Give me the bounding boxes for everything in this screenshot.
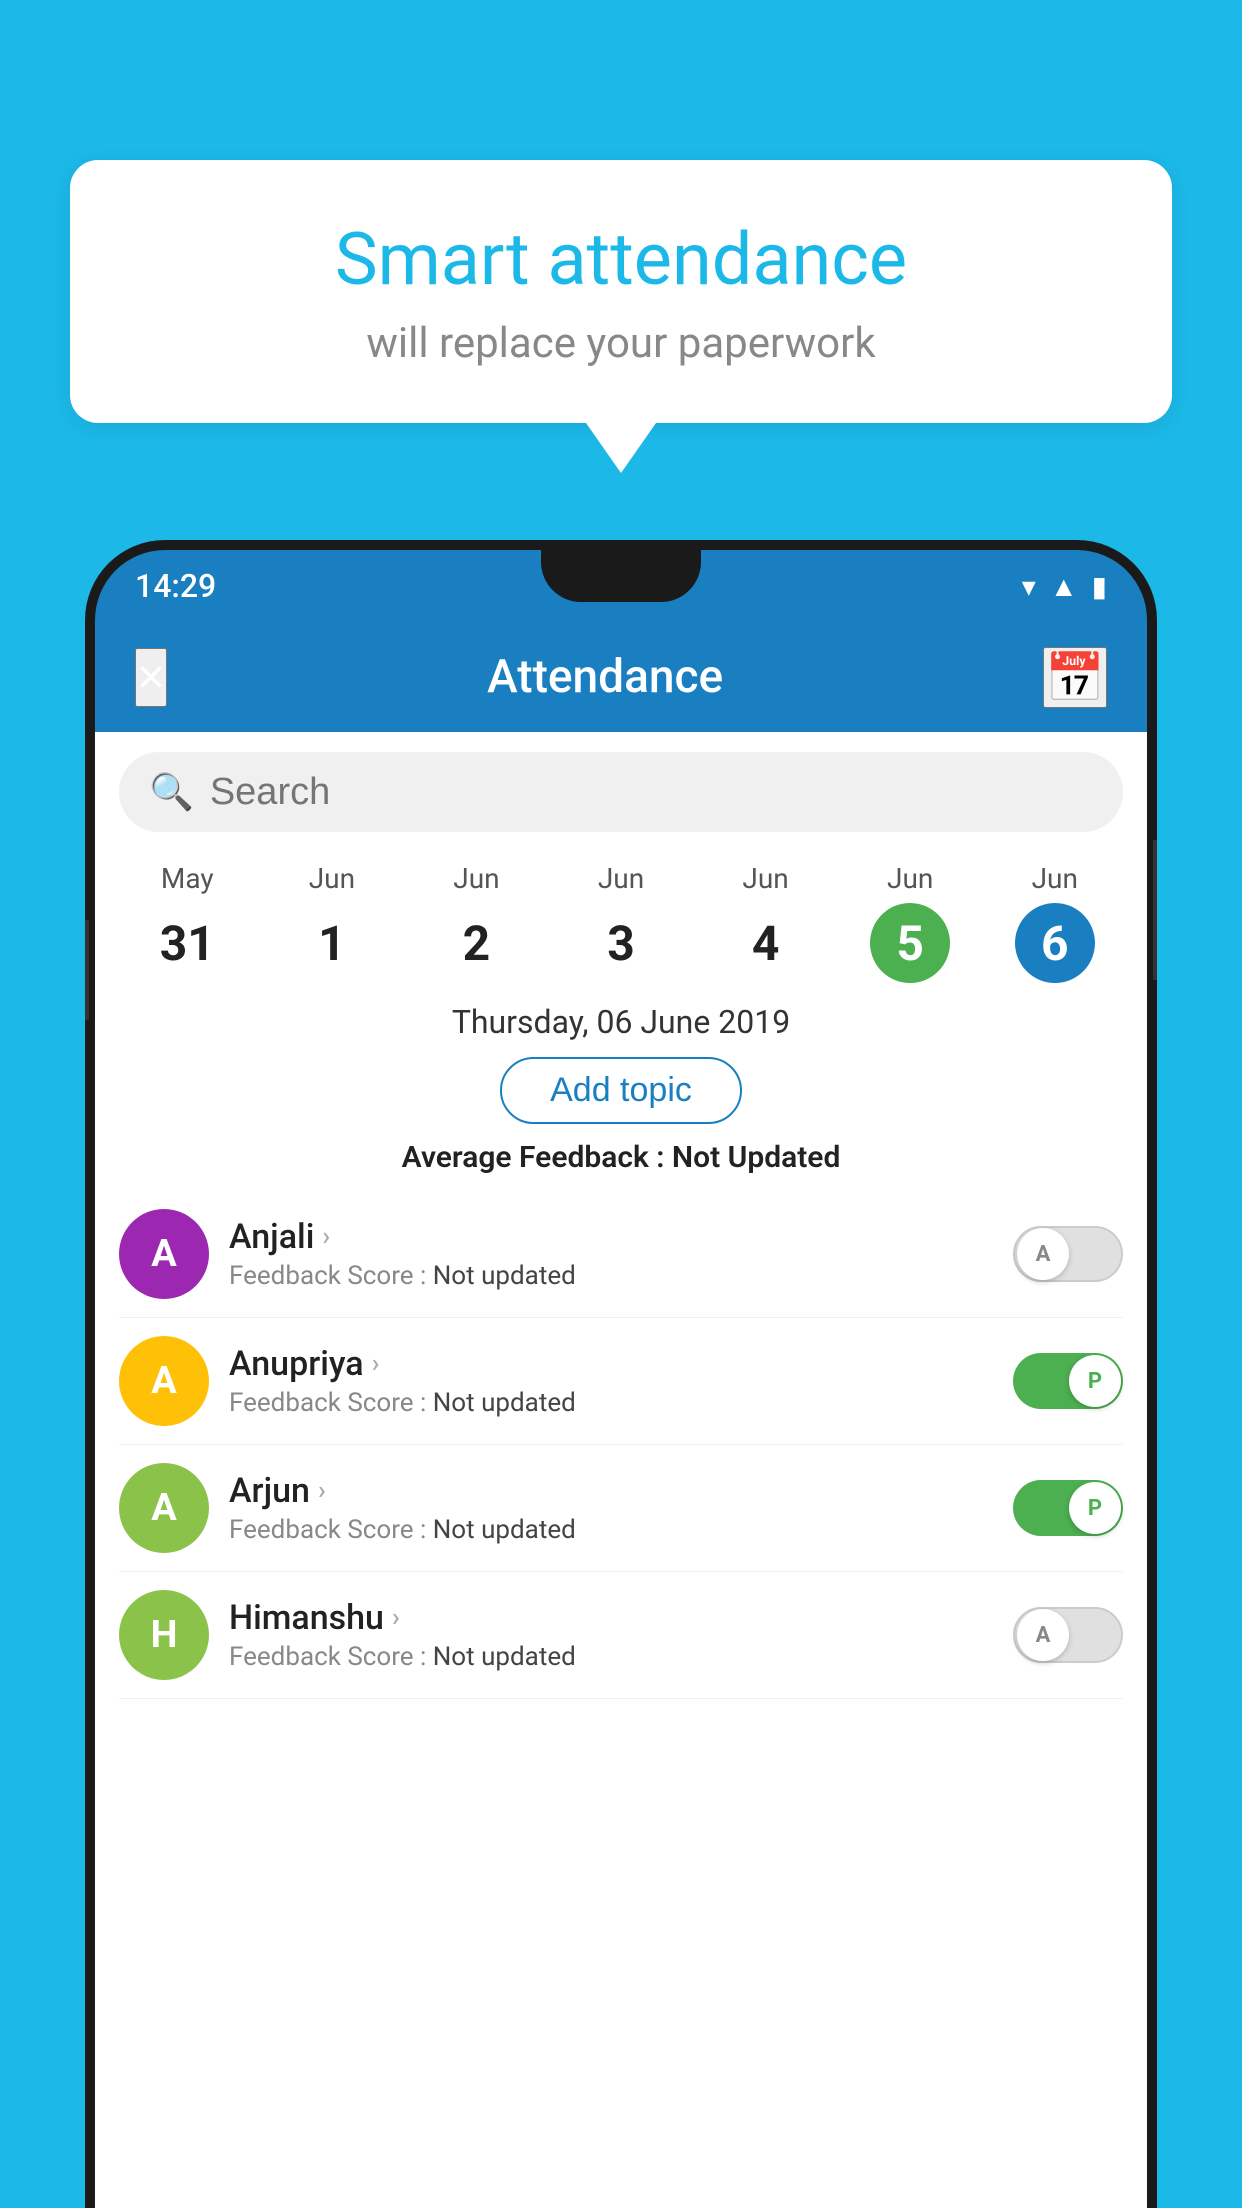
student-feedback: Feedback Score : Not updated — [229, 1388, 1013, 1418]
add-topic-button[interactable]: Add topic — [500, 1057, 742, 1124]
avatar: H — [119, 1590, 209, 1680]
toggle-knob: P — [1069, 1482, 1121, 1534]
attendance-toggle[interactable]: A — [1013, 1226, 1123, 1282]
attendance-toggle[interactable]: P — [1013, 1353, 1123, 1409]
chevron-right-icon: › — [372, 1349, 380, 1379]
search-bar[interactable]: 🔍 — [119, 752, 1123, 832]
phone-frame: 14:29 ▾ ▲ ▮ × Attendance 📅 🔍 May31Jun1Ju… — [85, 540, 1157, 2208]
notch — [541, 550, 701, 602]
student-name: Himanshu › — [229, 1598, 1013, 1638]
toggle-knob: A — [1017, 1228, 1069, 1280]
wifi-icon: ▾ — [1022, 570, 1036, 603]
cal-date-number: 6 — [1015, 903, 1095, 983]
avatar: A — [119, 1209, 209, 1299]
attendance-toggle-wrap: A — [1013, 1607, 1123, 1663]
phone-inner: 14:29 ▾ ▲ ▮ × Attendance 📅 🔍 May31Jun1Ju… — [95, 550, 1147, 2208]
avatar: A — [119, 1463, 209, 1553]
avg-feedback-value: Not Updated — [672, 1140, 840, 1175]
status-time: 14:29 — [135, 567, 216, 605]
cal-month-label: May — [115, 862, 260, 895]
avg-feedback-label: Average Feedback : — [402, 1140, 665, 1175]
cal-date-number: 31 — [147, 903, 227, 983]
cal-date-number: 3 — [581, 903, 661, 983]
student-feedback: Feedback Score : Not updated — [229, 1515, 1013, 1545]
student-row[interactable]: A Anupriya › Feedback Score : Not updated P — [119, 1318, 1123, 1445]
toggle-knob: A — [1017, 1609, 1069, 1661]
avg-feedback: Average Feedback : Not Updated — [95, 1140, 1147, 1175]
cal-date-number: 4 — [726, 903, 806, 983]
screen-content: 🔍 May 31 Jun 1 Jun 2 Jun 3 Jun 4 Jun 5 Jun 6 Thursday… — [95, 732, 1147, 2208]
calendar-icon: 📅 — [1045, 652, 1105, 705]
feedback-value: Not updated — [433, 1388, 576, 1418]
attendance-toggle-wrap: P — [1013, 1480, 1123, 1536]
cal-date-number: 5 — [870, 903, 950, 983]
student-info: Anjali › Feedback Score : Not updated — [229, 1217, 1013, 1291]
avatar: A — [119, 1336, 209, 1426]
cal-month-label: Jun — [549, 862, 694, 895]
search-input[interactable] — [210, 771, 1093, 814]
battery-icon: ▮ — [1092, 570, 1107, 603]
calendar-day-4[interactable]: Jun 4 — [693, 862, 838, 983]
calendar-day-1[interactable]: Jun 1 — [260, 862, 405, 983]
student-row[interactable]: H Himanshu › Feedback Score : Not updatedA — [119, 1572, 1123, 1699]
attendance-toggle-wrap: A — [1013, 1226, 1123, 1282]
student-info: Arjun › Feedback Score : Not updated — [229, 1471, 1013, 1545]
close-button[interactable]: × — [135, 648, 167, 707]
attendance-toggle[interactable]: P — [1013, 1480, 1123, 1536]
chevron-right-icon: › — [322, 1222, 330, 1252]
feedback-value: Not updated — [433, 1642, 576, 1672]
speech-bubble-container: Smart attendance will replace your paper… — [70, 160, 1172, 473]
student-row[interactable]: A Arjun › Feedback Score : Not updated P — [119, 1445, 1123, 1572]
student-name: Anupriya › — [229, 1344, 1013, 1384]
calendar-day-6[interactable]: Jun 6 — [982, 862, 1127, 983]
chevron-right-icon: › — [318, 1476, 326, 1506]
cal-date-number: 1 — [292, 903, 372, 983]
cal-month-label: Jun — [404, 862, 549, 895]
attendance-toggle[interactable]: A — [1013, 1607, 1123, 1663]
search-icon: 🔍 — [149, 771, 194, 813]
signal-icon: ▲ — [1050, 570, 1078, 603]
speech-bubble-subtitle: will replace your paperwork — [130, 319, 1112, 368]
speech-bubble: Smart attendance will replace your paper… — [70, 160, 1172, 423]
calendar-day-31[interactable]: May 31 — [115, 862, 260, 983]
attendance-toggle-wrap: P — [1013, 1353, 1123, 1409]
speech-bubble-title: Smart attendance — [130, 220, 1112, 299]
calendar-day-2[interactable]: Jun 2 — [404, 862, 549, 983]
volume-button — [85, 920, 89, 1020]
app-bar-title: Attendance — [487, 650, 723, 704]
student-name: Anjali › — [229, 1217, 1013, 1257]
student-feedback: Feedback Score : Not updated — [229, 1261, 1013, 1291]
app-bar: × Attendance 📅 — [95, 622, 1147, 732]
cal-month-label: Jun — [982, 862, 1127, 895]
cal-date-number: 2 — [436, 903, 516, 983]
chevron-right-icon: › — [392, 1603, 400, 1633]
feedback-value: Not updated — [433, 1515, 576, 1545]
calendar-button[interactable]: 📅 — [1043, 647, 1107, 708]
toggle-knob: P — [1069, 1355, 1121, 1407]
feedback-value: Not updated — [433, 1261, 576, 1291]
power-button — [1153, 840, 1157, 980]
cal-month-label: Jun — [693, 862, 838, 895]
selected-date-label: Thursday, 06 June 2019 — [95, 1003, 1147, 1041]
student-row[interactable]: AAnjali ›Feedback Score : Not updatedA — [119, 1191, 1123, 1318]
student-list: AAnjali ›Feedback Score : Not updatedAAA… — [95, 1191, 1147, 1699]
cal-month-label: Jun — [838, 862, 983, 895]
student-info: Anupriya › Feedback Score : Not updated — [229, 1344, 1013, 1418]
calendar-day-5[interactable]: Jun 5 — [838, 862, 983, 983]
student-feedback: Feedback Score : Not updated — [229, 1642, 1013, 1672]
calendar-day-3[interactable]: Jun 3 — [549, 862, 694, 983]
speech-bubble-tail — [586, 423, 656, 473]
student-name: Arjun › — [229, 1471, 1013, 1511]
status-icons: ▾ ▲ ▮ — [1022, 570, 1107, 603]
calendar-strip: May 31 Jun 1 Jun 2 Jun 3 Jun 4 Jun 5 Jun 6 — [95, 852, 1147, 983]
student-info: Himanshu › Feedback Score : Not updated — [229, 1598, 1013, 1672]
cal-month-label: Jun — [260, 862, 405, 895]
